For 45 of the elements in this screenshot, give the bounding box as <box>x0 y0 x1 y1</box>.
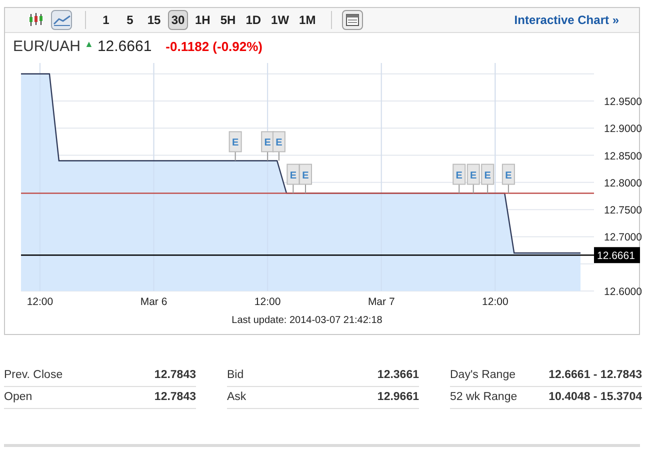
interval-button[interactable]: 5 <box>120 10 140 30</box>
interval-button[interactable]: 15 <box>144 10 164 30</box>
last-update-text: Last update: 2014-03-07 21:42:18 <box>230 314 384 328</box>
stat-label: Open <box>4 390 32 405</box>
stat-value: 12.9661 <box>377 390 419 405</box>
stat-label: 52 wk Range <box>450 390 518 405</box>
x-axis-label: Mar 6 <box>140 296 168 308</box>
stat-label: Bid <box>227 368 244 383</box>
interval-button[interactable]: 1W <box>268 10 292 30</box>
y-axis-label: 12.9500 <box>604 96 642 108</box>
x-axis-label: 12:00 <box>254 296 281 308</box>
y-axis-label: 12.6000 <box>604 286 642 298</box>
interval-button[interactable]: 1D <box>242 10 264 30</box>
current-price: 12.6661 <box>97 36 152 57</box>
stat-label: Day's Range <box>450 368 516 383</box>
y-axis-label: 12.8000 <box>604 177 642 190</box>
y-axis-label: 12.8500 <box>604 150 642 162</box>
interval-button[interactable]: 1 <box>96 10 116 30</box>
table-view-button[interactable] <box>342 10 363 30</box>
x-axis-label: 12:00 <box>26 296 54 308</box>
line-chart-icon <box>52 14 70 26</box>
interval-button[interactable]: 1H <box>192 10 214 30</box>
stat-value: 12.7843 <box>154 368 196 383</box>
x-axis-label: 12:00 <box>482 296 508 308</box>
x-axis-label: Mar 7 <box>368 296 395 308</box>
currency-pair: EUR/UAH <box>13 36 81 57</box>
stat-label: Ask <box>227 390 246 405</box>
y-axis-label: 12.9000 <box>604 123 642 136</box>
stat-value: 10.4048 - 15.3704 <box>548 390 642 405</box>
up-arrow-icon: ▲ <box>84 38 94 52</box>
interval-button[interactable]: 30 <box>168 10 188 30</box>
interval-button[interactable]: 1M <box>296 10 319 30</box>
candlestick-icon <box>28 13 44 27</box>
y-axis-label: 12.7000 <box>604 232 642 244</box>
stat-label: Prev. Close <box>4 368 63 383</box>
stat-value: 12.3661 <box>377 368 419 383</box>
interval-button[interactable]: 5H <box>217 10 239 30</box>
price-change: -0.1182 (-0.92%) <box>166 38 263 56</box>
stat-value: 12.6661 - 12.7843 <box>548 368 642 383</box>
ref-line-label: 12.6661 <box>597 250 636 262</box>
y-axis-label: 12.7500 <box>604 204 642 217</box>
table-icon <box>346 14 359 26</box>
current-price-label: 12.6661 <box>594 247 640 264</box>
stat-value: 12.7843 <box>154 390 196 405</box>
interactive-chart-link[interactable]: Interactive Chart » <box>514 11 619 29</box>
